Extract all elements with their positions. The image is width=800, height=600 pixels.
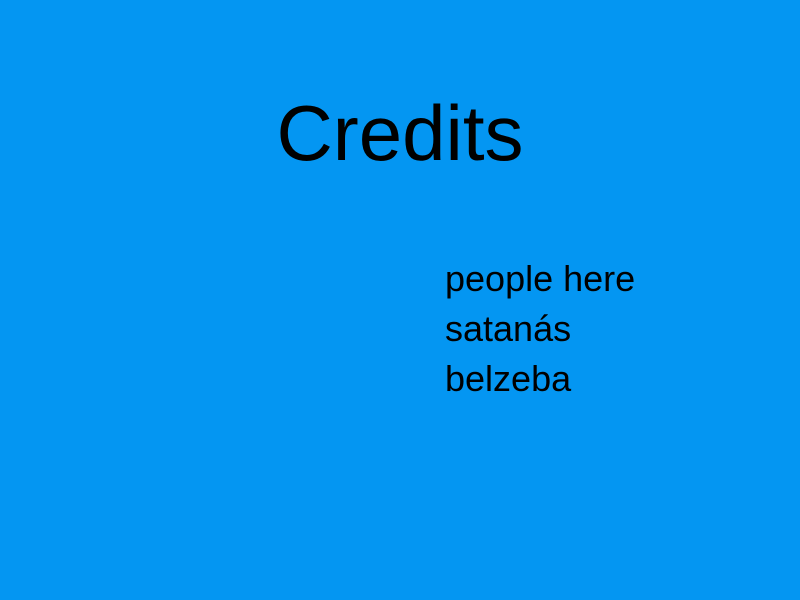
list-item: belzeba [445,358,572,399]
list-item: satanás [445,308,572,349]
list-item: people here [445,258,636,299]
page-title: Credits [276,89,524,177]
credits-list: people here satanás belzeba [445,254,635,404]
credits-screen: Credits people here satanás belzeba [0,0,800,600]
